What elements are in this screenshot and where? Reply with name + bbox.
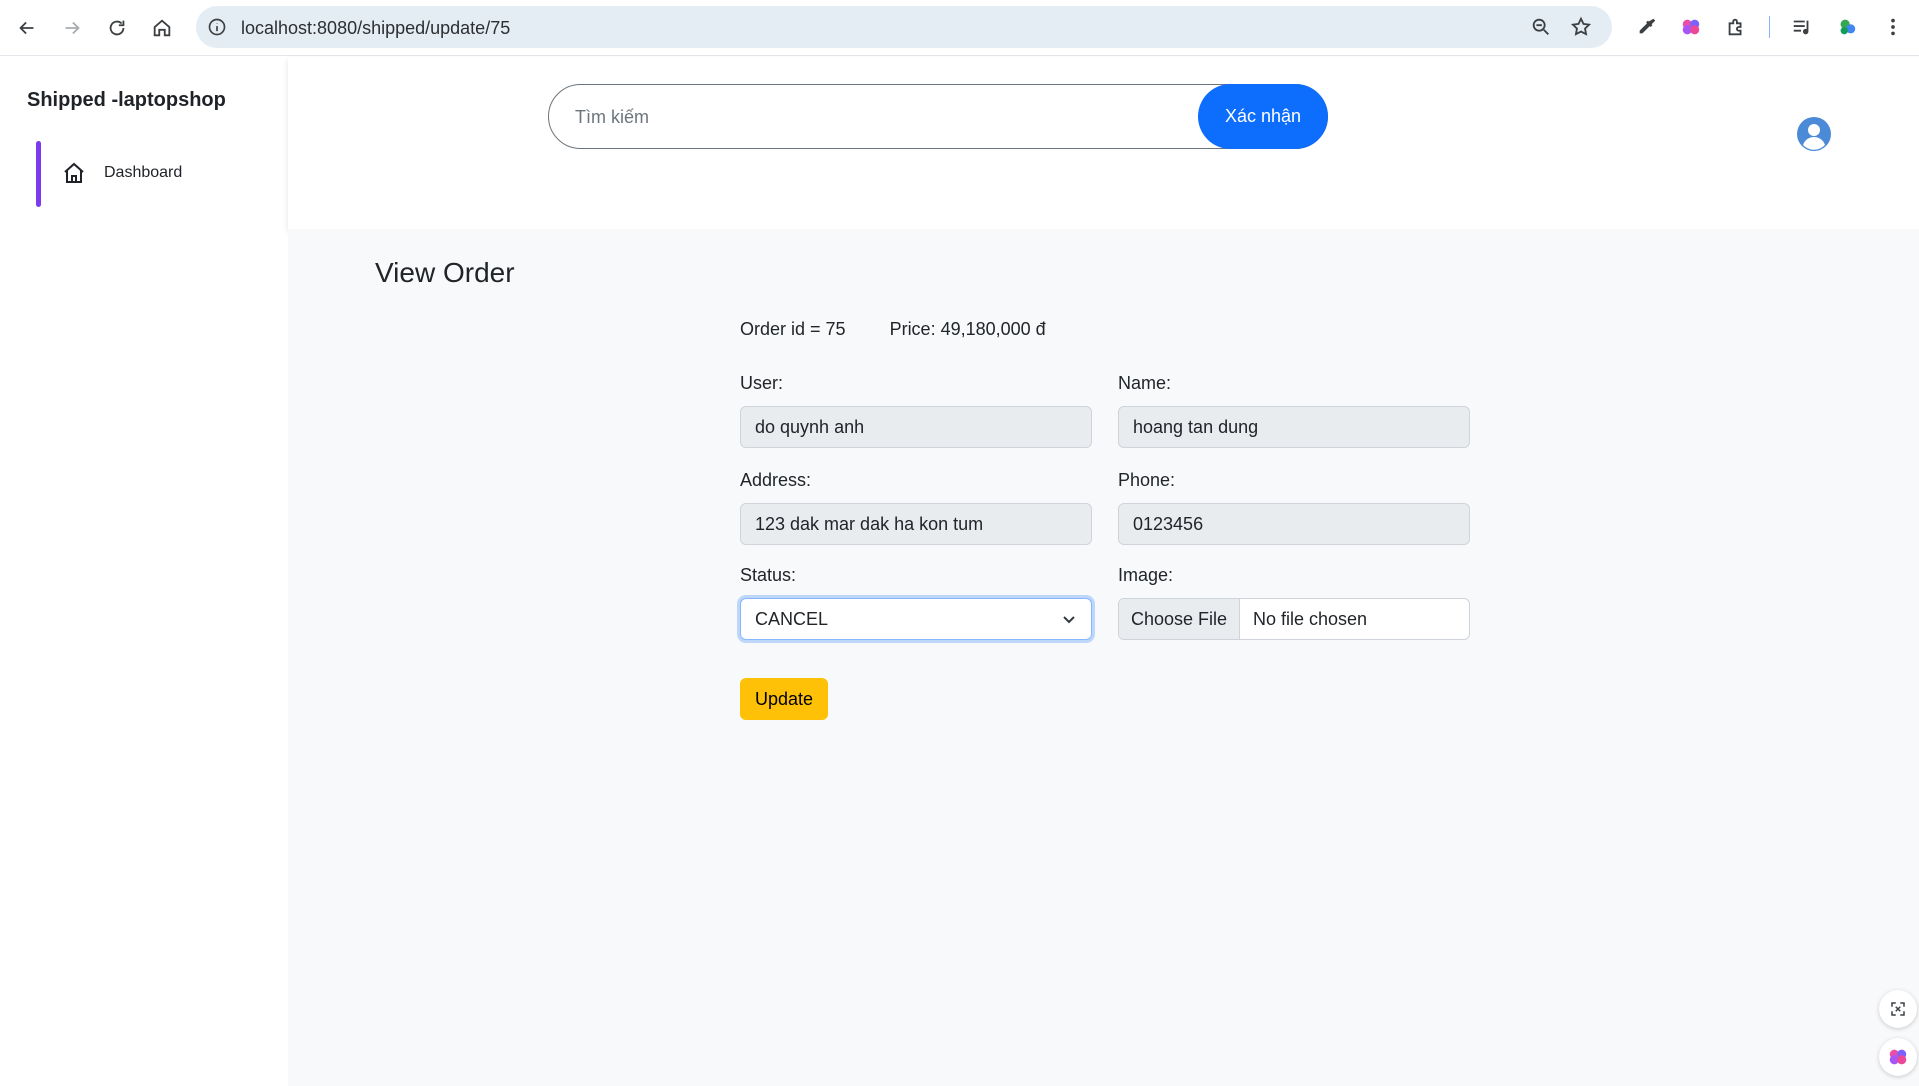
back-icon[interactable] — [9, 10, 45, 46]
user-circle-icon[interactable] — [1797, 117, 1831, 151]
menu-kebab-icon[interactable] — [1880, 14, 1906, 40]
status-label: Status: — [740, 565, 797, 585]
phone-field[interactable]: 0123456 — [1118, 503, 1470, 545]
brain-extension-icon[interactable] — [1678, 14, 1704, 40]
zoom-icon[interactable] — [1530, 16, 1552, 38]
reload-icon[interactable] — [99, 10, 135, 46]
assistant-brain-icon[interactable] — [1879, 1038, 1917, 1076]
status-selected-value: CANCEL — [755, 608, 829, 629]
extensions-puzzle-icon[interactable] — [1723, 14, 1749, 40]
status-select[interactable]: CANCEL — [740, 598, 1092, 640]
file-status-text: No file chosen — [1253, 608, 1368, 629]
toolbar-divider — [1769, 16, 1770, 38]
profile-extension-icon[interactable] — [1834, 14, 1860, 40]
chevron-down-icon — [1061, 611, 1077, 627]
update-button[interactable]: Update — [740, 678, 828, 720]
search-input[interactable] — [575, 103, 1135, 131]
sidebar-item-dashboard[interactable]: Dashboard — [36, 141, 276, 207]
page-title: View Order — [375, 257, 515, 288]
brand-title[interactable]: Shipped -laptopshop — [27, 89, 226, 112]
screenshot-capture-icon[interactable] — [1879, 990, 1917, 1028]
order-price-text: Price: 49,180,000 đ — [889, 319, 1046, 339]
eyedropper-icon[interactable] — [1634, 14, 1660, 40]
address-field[interactable]: 123 dak mar dak ha kon tum — [740, 503, 1092, 545]
phone-label: Phone: — [1118, 470, 1176, 490]
sidebar: Shipped -laptopshop Dashboard — [0, 57, 288, 1086]
user-label: User: — [740, 373, 784, 393]
order-id-text: Order id = 75 — [740, 319, 846, 339]
reading-list-icon[interactable] — [1789, 14, 1815, 40]
order-summary: Order id = 75 Price: 49,180,000 đ — [740, 319, 1046, 340]
search-form: Xác nhận — [548, 83, 1328, 149]
forward-icon[interactable] — [54, 10, 90, 46]
main-content: View Order Order id = 75 Price: 49,180,0… — [288, 229, 1919, 1086]
address-label: Address: — [740, 470, 812, 490]
bookmark-star-icon[interactable] — [1570, 16, 1592, 38]
image-label: Image: — [1118, 565, 1174, 585]
choose-file-button[interactable]: Choose File — [1119, 599, 1240, 639]
home-page-icon[interactable] — [144, 10, 180, 46]
url-text[interactable]: localhost:8080/shipped/update/75 — [241, 18, 510, 39]
name-label: Name: — [1118, 373, 1172, 393]
sidebar-item-label: Dashboard — [104, 164, 183, 181]
name-field[interactable]: hoang tan dung — [1118, 406, 1470, 448]
top-header: Xác nhận — [288, 57, 1919, 229]
image-file-input[interactable]: Choose File No file chosen — [1118, 598, 1470, 640]
home-icon — [62, 161, 86, 185]
active-indicator — [36, 141, 41, 207]
search-submit-button[interactable]: Xác nhận — [1198, 83, 1328, 149]
browser-toolbar: localhost:8080/shipped/update/75 — [0, 0, 1919, 56]
user-field[interactable]: do quynh anh — [740, 406, 1092, 448]
address-bar[interactable]: localhost:8080/shipped/update/75 — [196, 6, 1612, 48]
site-info-icon[interactable] — [206, 16, 228, 38]
